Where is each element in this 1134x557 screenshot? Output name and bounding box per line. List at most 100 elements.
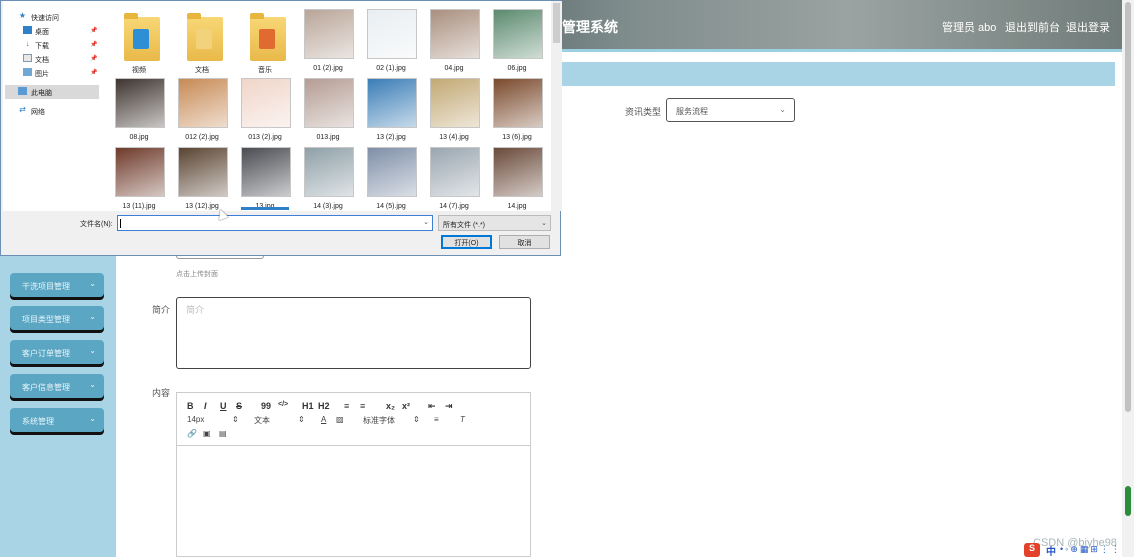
type-select[interactable]: 服务流程 ⌄ [666, 98, 795, 122]
font-size-select[interactable]: 14px [187, 415, 204, 424]
file-item[interactable]: 13.jpg [234, 143, 296, 213]
file-item[interactable]: 02 (1).jpg [360, 5, 422, 75]
font-family-select[interactable]: 标准字体 [363, 415, 395, 426]
ime-chinese-icon[interactable]: 中 [1046, 543, 1056, 557]
file-item[interactable]: 01 (2).jpg [297, 5, 359, 75]
nav-item-pictures[interactable]: 图片 📌 [5, 66, 99, 80]
file-item[interactable]: 13 (2).jpg [360, 74, 422, 144]
ime-logo-icon[interactable]: S [1024, 543, 1040, 557]
rich-text-editor[interactable]: B I U S 99 </> H1 H2 ≡ ≡ x₂ x² ⇤ ⇥ 14px … [176, 392, 531, 557]
outdent-button[interactable]: ⇤ [428, 401, 436, 412]
folder-icon [178, 9, 228, 61]
background-color-icon[interactable]: ▨ [336, 415, 344, 424]
sidebar-item-project-type[interactable]: 项目类型管理 ⌄ [10, 306, 104, 330]
align-icon[interactable]: ≡ [434, 415, 439, 424]
indent-button[interactable]: ⇥ [445, 401, 453, 412]
filetype-select[interactable]: 所有文件 (*.*) ⌄ [438, 215, 551, 231]
file-item[interactable]: 13 (6).jpg [486, 74, 548, 144]
desktop-icon [23, 26, 32, 34]
sidebar-item-system[interactable]: 系统管理 ⌄ [10, 408, 104, 432]
file-item[interactable]: 013 (2).jpg [234, 74, 296, 144]
file-grid: 视频 文档 音乐 01 (2).jpg 02 (1).jpg 04.jpg 06.jpg 08… [103, 1, 551, 211]
sidebar-item-customers[interactable]: 客户信息管理 ⌄ [10, 374, 104, 398]
nav-item-downloads[interactable]: ↓ 下载 📌 [5, 38, 99, 52]
file-name: 08.jpg [129, 134, 149, 141]
file-name: 04.jpg [444, 65, 464, 72]
paragraph-select[interactable]: 文本 [254, 415, 270, 426]
file-item[interactable]: 14 (7).jpg [423, 143, 485, 213]
tray-icons[interactable]: •◦⊕▦⊞⋮⋮ [1060, 544, 1122, 555]
nav-item-label: 此电脑 [31, 90, 52, 97]
file-item[interactable]: 04.jpg [423, 5, 485, 75]
network-icon: ⇄ [19, 105, 26, 114]
dialog-scrollbar[interactable] [551, 1, 562, 211]
link-icon[interactable]: 🔗 [187, 429, 197, 438]
file-item[interactable]: 14 (3).jpg [297, 143, 359, 213]
superscript-button[interactable]: x² [402, 401, 410, 411]
pin-icon: 📌 [90, 28, 98, 34]
image-thumbnail [367, 78, 417, 128]
underline-button[interactable]: U [220, 401, 227, 411]
ordered-list-button[interactable]: ≡ [344, 401, 349, 411]
dialog-body: ★ 快速访问 桌面 📌 ↓ 下载 📌 文档 📌 图片 📌 此电脑 ⇄ 网络 视频… [3, 1, 562, 211]
nav-item-network[interactable]: ⇄ 网络 [5, 104, 99, 118]
file-item[interactable]: 14 (5).jpg [360, 143, 422, 213]
image-thumbnail [493, 9, 543, 59]
dialog-scrollbar-thumb[interactable] [553, 3, 560, 43]
folder-item[interactable]: 视频 [108, 5, 170, 75]
chevron-down-icon[interactable]: ⌄ [423, 218, 429, 226]
file-item[interactable]: 13 (12).jpg [171, 143, 233, 213]
file-item[interactable]: 08.jpg [108, 74, 170, 144]
subscript-button[interactable]: x₂ [386, 401, 395, 411]
selection-indicator [241, 207, 289, 210]
chevron-down-icon: ⌄ [89, 414, 96, 423]
file-item[interactable]: 013.jpg [297, 74, 359, 144]
sidebar-item-dry-clean[interactable]: 干洗项目管理 ⌄ [10, 273, 104, 297]
file-item[interactable]: 13 (11).jpg [108, 143, 170, 213]
bullet-list-button[interactable]: ≡ [360, 401, 365, 411]
file-item[interactable]: 14.jpg [486, 143, 548, 213]
strike-button[interactable]: S [236, 401, 242, 411]
image-thumbnail [241, 147, 291, 197]
page-scrollbar-thumb[interactable] [1125, 2, 1131, 412]
nav-item-label: 图片 [35, 71, 49, 78]
nav-item-this-pc[interactable]: 此电脑 [5, 85, 99, 99]
logout-link[interactable]: 退出登录 [1066, 19, 1110, 35]
h1-button[interactable]: H1 [302, 401, 314, 411]
intro-textarea[interactable]: 简介 [176, 297, 531, 369]
italic-button[interactable]: I [204, 401, 207, 411]
file-item[interactable]: 06.jpg [486, 5, 548, 75]
file-name: 13 (11).jpg [122, 203, 156, 210]
folder-item[interactable]: 音乐 [234, 5, 296, 75]
nav-item-desktop[interactable]: 桌面 📌 [5, 24, 99, 38]
pin-icon: 📌 [90, 70, 98, 76]
cancel-button[interactable]: 取消 [499, 235, 550, 249]
folder-item[interactable]: 文档 [171, 5, 233, 75]
image-icon[interactable]: ▣ [203, 429, 211, 438]
page-scrollbar[interactable] [1122, 0, 1134, 557]
font-color-icon[interactable]: A [321, 415, 326, 424]
h2-button[interactable]: H2 [318, 401, 330, 411]
nav-item-label: 快速访问 [31, 15, 59, 22]
image-thumbnail [304, 147, 354, 197]
chevron-down-icon: ⌄ [89, 279, 96, 288]
clear-format-icon[interactable]: T [460, 415, 465, 424]
image-thumbnail [493, 147, 543, 197]
filename-input[interactable]: ⌄ [117, 215, 433, 231]
file-name: 02 (1).jpg [376, 65, 406, 72]
code-button[interactable]: </> [278, 401, 288, 408]
sidebar-item-orders[interactable]: 客户订单管理 ⌄ [10, 340, 104, 364]
nav-item-documents[interactable]: 文档 📌 [5, 52, 99, 66]
folder-badge [259, 29, 275, 49]
video-icon[interactable]: ▤ [219, 429, 227, 438]
file-item[interactable]: 012 (2).jpg [171, 74, 233, 144]
quote-button[interactable]: 99 [261, 401, 271, 411]
file-item[interactable]: 13 (4).jpg [423, 74, 485, 144]
chevron-down-icon: ⌄ [779, 105, 786, 114]
nav-item-quick-access[interactable]: ★ 快速访问 [5, 10, 99, 24]
open-button[interactable]: 打开(O) [441, 235, 492, 249]
file-name: 13 (4).jpg [439, 134, 469, 141]
front-link[interactable]: 退出到前台 [1005, 19, 1060, 35]
file-name: 13 (6).jpg [502, 134, 532, 141]
bold-button[interactable]: B [187, 401, 194, 411]
